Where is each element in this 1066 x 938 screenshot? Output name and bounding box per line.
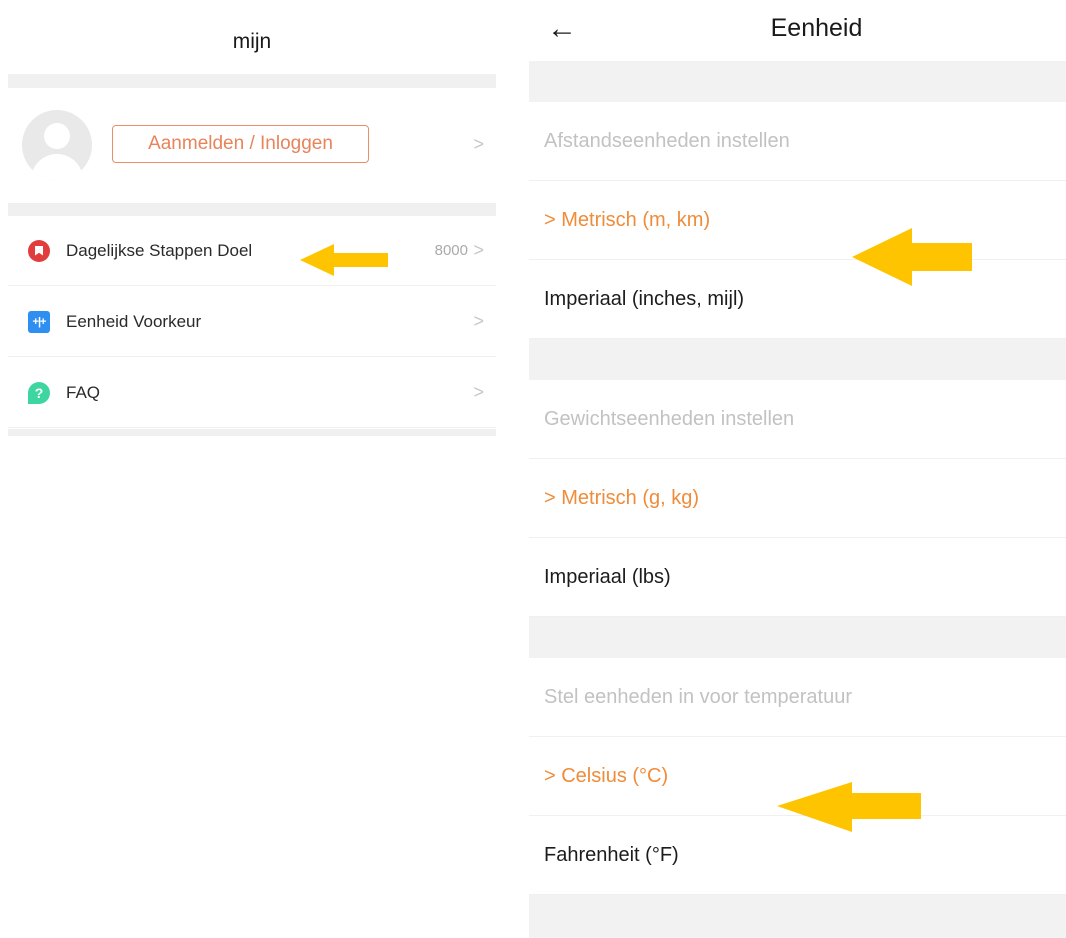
menu-item-label: Eenheid Voorkeur	[66, 311, 202, 331]
menu-item-label: Dagelijkse Stappen Doel	[66, 240, 253, 260]
bookmark-icon	[28, 239, 50, 262]
avatar-head-shape	[44, 123, 70, 149]
profile-screen: mijn Aanmelden / Inloggen > Dagelijkse S…	[8, 0, 496, 938]
divider	[8, 74, 496, 88]
section-spacer	[529, 339, 1066, 380]
unit-settings-screen: ← Eenheid Afstandseenheden instellen > M…	[529, 0, 1066, 938]
menu-item-unit-preference[interactable]: +|+ Eenheid Voorkeur >	[8, 287, 496, 357]
section-header-label: Gewichtseenheden instellen	[544, 407, 795, 430]
option-label: > Celsius (°C)	[544, 764, 669, 787]
option-label: Imperiaal (lbs)	[544, 565, 671, 588]
option-metric-weight[interactable]: > Metrisch (g, kg)	[529, 459, 1066, 538]
divider	[8, 203, 496, 216]
section-spacer	[529, 617, 1066, 658]
option-label: Imperiaal (inches, mijl)	[544, 287, 745, 310]
chevron-right-icon[interactable]: >	[473, 134, 484, 155]
annotation-arrow-icon	[300, 244, 388, 276]
section-header-weight: Gewichtseenheden instellen	[529, 380, 1066, 459]
sliders-icon: +|+	[28, 310, 50, 333]
page-title: mijn	[232, 30, 272, 53]
option-label: > Metrisch (m, km)	[544, 208, 711, 231]
chevron-right-icon: >	[473, 311, 484, 331]
section-header-temperature: Stel eenheden in voor temperatuur	[529, 658, 1066, 737]
steps-goal-value: 8000	[434, 242, 468, 259]
section-spacer	[529, 61, 1066, 102]
option-metric-distance[interactable]: > Metrisch (m, km)	[529, 181, 1066, 260]
page-title: Eenheid	[770, 14, 863, 42]
avatar[interactable]	[22, 110, 92, 180]
menu-item-faq[interactable]: ? FAQ >	[8, 358, 496, 428]
annotation-arrow-icon	[777, 782, 921, 832]
menu-item-daily-steps-goal[interactable]: Dagelijkse Stappen Doel 8000 >	[8, 216, 496, 286]
question-icon: ?	[28, 381, 50, 404]
section-header-label: Stel eenheden in voor temperatuur	[544, 685, 852, 708]
option-label: > Metrisch (g, kg)	[544, 486, 700, 509]
option-label: Fahrenheit (°F)	[544, 843, 679, 866]
menu-item-label: FAQ	[66, 382, 101, 402]
nav-bar: ← Eenheid	[529, 0, 1066, 60]
option-imperial-distance[interactable]: Imperiaal (inches, mijl)	[529, 260, 1066, 339]
section-header-distance: Afstandseenheden instellen	[529, 102, 1066, 181]
annotation-arrow-icon	[852, 228, 972, 286]
section-header-label: Afstandseenheden instellen	[544, 129, 790, 152]
login-button[interactable]: Aanmelden / Inloggen	[112, 125, 369, 163]
section-spacer	[529, 895, 1066, 938]
chevron-right-icon: >	[473, 240, 484, 260]
option-imperial-weight[interactable]: Imperiaal (lbs)	[529, 538, 1066, 617]
avatar-body-shape	[31, 154, 83, 180]
divider	[8, 429, 496, 436]
chevron-right-icon: >	[473, 382, 484, 402]
